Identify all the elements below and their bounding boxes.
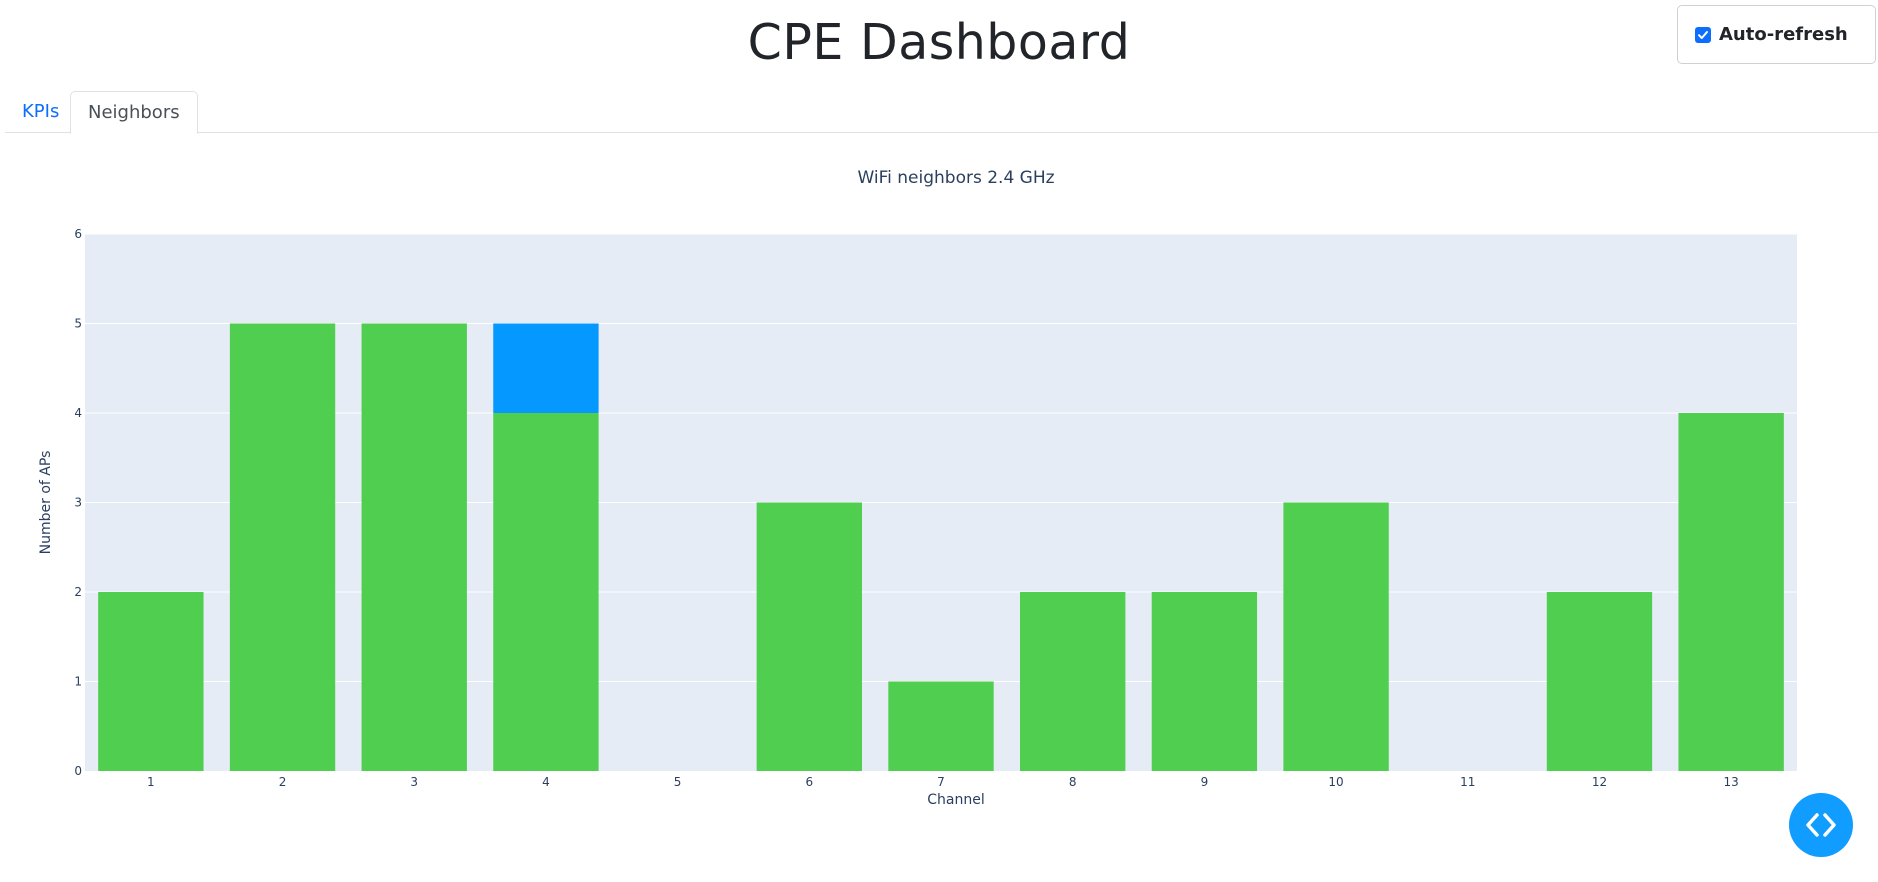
x-tick-label: 1 <box>147 775 155 789</box>
bar-1 <box>98 592 204 771</box>
bar-7 <box>888 681 994 771</box>
y-tick-label: 0 <box>74 764 82 778</box>
bar-4-stack <box>493 323 599 413</box>
x-tick-label: 9 <box>1201 775 1209 789</box>
y-tick-label: 3 <box>74 496 82 510</box>
bar-2 <box>229 323 336 771</box>
auto-refresh-label: Auto-refresh <box>1719 24 1848 45</box>
tab-kpis[interactable]: KPIs <box>5 91 76 133</box>
x-tick-label: 7 <box>937 775 945 789</box>
x-tick-label: 8 <box>1069 775 1077 789</box>
bar-10 <box>1283 502 1389 771</box>
bar-3 <box>361 323 467 771</box>
tab-bar: KPIs Neighbors <box>5 91 1878 134</box>
code-icon <box>1806 813 1836 837</box>
x-tick-label: 13 <box>1724 775 1739 789</box>
y-tick-label: 5 <box>74 317 82 331</box>
x-tick-label: 12 <box>1592 775 1607 789</box>
checkbox-checked-icon[interactable] <box>1695 26 1711 43</box>
bar-4 <box>493 413 599 771</box>
x-tick-label: 6 <box>805 775 813 789</box>
bar-9 <box>1151 592 1258 771</box>
y-tick-label: 6 <box>74 227 82 241</box>
auto-refresh-toggle[interactable]: Auto-refresh <box>1677 5 1876 64</box>
code-toggle-button[interactable] <box>1789 793 1853 857</box>
bar-13 <box>1678 413 1784 771</box>
x-tick-label: 11 <box>1460 775 1475 789</box>
y-tick-label: 2 <box>74 585 82 599</box>
y-tick-label: 4 <box>74 406 82 420</box>
bar-8 <box>1020 592 1126 771</box>
x-tick-label: 10 <box>1328 775 1343 789</box>
bar-12 <box>1546 592 1653 771</box>
tab-neighbors[interactable]: Neighbors <box>70 91 198 134</box>
x-tick-label: 5 <box>674 775 682 789</box>
x-tick-label: 4 <box>542 775 550 789</box>
x-tick-label: 3 <box>410 775 418 789</box>
y-axis-label: Number of APs <box>38 451 54 555</box>
page-title: CPE Dashboard <box>747 14 1131 71</box>
x-tick-label: 2 <box>279 775 287 789</box>
bar-6 <box>756 502 862 771</box>
y-tick-label: 1 <box>74 675 82 689</box>
neighbors-chart: 0 1 2 3 4 5 6 1 2 3 4 5 6 7 8 9 10 11 12 13 WiFi neighbors 2… <box>0 150 1878 850</box>
x-axis-label: Channel <box>927 792 984 808</box>
chart-title: WiFi neighbors 2.4 GHz <box>857 168 1054 188</box>
